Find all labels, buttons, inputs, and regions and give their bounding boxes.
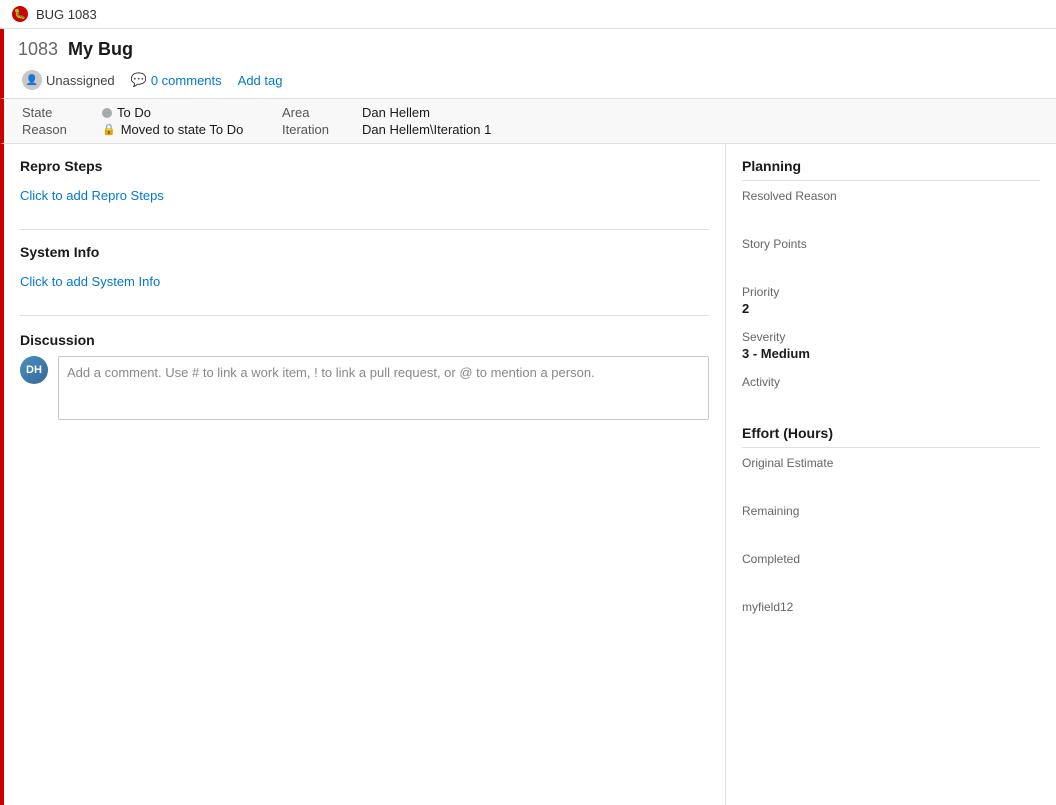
activity-row: Activity (742, 375, 1040, 409)
discussion-section: Discussion DH Add a comment. Use # to li… (20, 332, 709, 420)
iteration-label: Iteration (282, 122, 362, 137)
resolved-reason-label: Resolved Reason (742, 189, 1040, 203)
original-estimate-value[interactable] (742, 472, 1040, 490)
avatar-icon: 👤 (22, 70, 42, 90)
top-bar: 🐛 BUG 1083 (0, 0, 1056, 29)
story-points-value[interactable] (742, 253, 1040, 271)
comment-placeholder: Add a comment. Use # to link a work item… (67, 365, 595, 380)
completed-value[interactable] (742, 568, 1040, 586)
severity-row: Severity 3 - Medium (742, 330, 1040, 361)
area-label: Area (282, 105, 362, 120)
remaining-row: Remaining (742, 504, 1040, 538)
left-panel: Repro Steps Click to add Repro Steps Sys… (4, 144, 726, 805)
original-estimate-label: Original Estimate (742, 456, 1040, 470)
remaining-value[interactable] (742, 520, 1040, 538)
resolved-reason-row: Resolved Reason (742, 189, 1040, 223)
work-item-id: 1083 (18, 39, 58, 60)
comment-icon: 💬 (131, 72, 147, 88)
top-bar-title: BUG 1083 (36, 7, 97, 22)
comments-count: 0 comments (151, 73, 222, 88)
meta-row: 👤 Unassigned 💬 0 comments Add tag (0, 66, 1056, 98)
activity-value[interactable] (742, 391, 1040, 409)
add-tag-button[interactable]: Add tag (238, 73, 283, 88)
reason-value[interactable]: 🔒 Moved to state To Do (102, 122, 282, 137)
activity-label: Activity (742, 375, 1040, 389)
original-estimate-row: Original Estimate (742, 456, 1040, 490)
comment-input-box[interactable]: Add a comment. Use # to link a work item… (58, 356, 709, 420)
bug-icon: 🐛 (12, 6, 28, 22)
lock-icon: 🔒 (102, 123, 116, 136)
completed-row: Completed (742, 552, 1040, 586)
area-value[interactable]: Dan Hellem (362, 105, 1042, 120)
remaining-label: Remaining (742, 504, 1040, 518)
system-info-placeholder[interactable]: Click to add System Info (20, 268, 709, 295)
main-layout: Repro Steps Click to add Repro Steps Sys… (0, 144, 1056, 805)
myfield12-label: myfield12 (742, 600, 1040, 614)
severity-label: Severity (742, 330, 1040, 344)
reason-text: Moved to state To Do (121, 122, 244, 137)
priority-value[interactable]: 2 (742, 301, 1040, 316)
divider-1 (20, 229, 709, 230)
work-item-title[interactable]: My Bug (68, 39, 133, 60)
discussion-title: Discussion (20, 332, 709, 348)
reason-label: Reason (22, 122, 102, 137)
iteration-value[interactable]: Dan Hellem\Iteration 1 (362, 122, 1042, 137)
comments-wrapper[interactable]: 💬 0 comments (131, 72, 222, 88)
effort-title: Effort (Hours) (742, 425, 1040, 448)
repro-steps-section: Repro Steps Click to add Repro Steps (20, 158, 709, 209)
completed-label: Completed (742, 552, 1040, 566)
repro-steps-placeholder[interactable]: Click to add Repro Steps (20, 182, 709, 209)
resolved-reason-value[interactable] (742, 205, 1040, 223)
priority-row: Priority 2 (742, 285, 1040, 316)
state-text: To Do (117, 105, 151, 120)
system-info-title: System Info (20, 244, 709, 260)
state-label: State (22, 105, 102, 120)
fields-row: State To Do Area Dan Hellem Reason 🔒 Mov… (0, 98, 1056, 144)
assigned-to-wrapper: 👤 Unassigned (22, 70, 115, 90)
title-row: 1083 My Bug (0, 29, 1056, 66)
story-points-label: Story Points (742, 237, 1040, 251)
assigned-to-label[interactable]: Unassigned (46, 73, 115, 88)
state-dot (102, 108, 112, 118)
myfield12-row: myfield12 (742, 600, 1040, 634)
priority-label: Priority (742, 285, 1040, 299)
divider-2 (20, 315, 709, 316)
discussion-input-area: DH Add a comment. Use # to link a work i… (20, 356, 709, 420)
system-info-section: System Info Click to add System Info (20, 244, 709, 295)
right-panel: Planning Resolved Reason Story Points Pr… (726, 144, 1056, 805)
planning-title: Planning (742, 158, 1040, 181)
story-points-row: Story Points (742, 237, 1040, 271)
myfield12-value[interactable] (742, 616, 1040, 634)
severity-value[interactable]: 3 - Medium (742, 346, 1040, 361)
state-value[interactable]: To Do (102, 105, 282, 120)
repro-steps-title: Repro Steps (20, 158, 709, 174)
user-avatar: DH (20, 356, 48, 384)
